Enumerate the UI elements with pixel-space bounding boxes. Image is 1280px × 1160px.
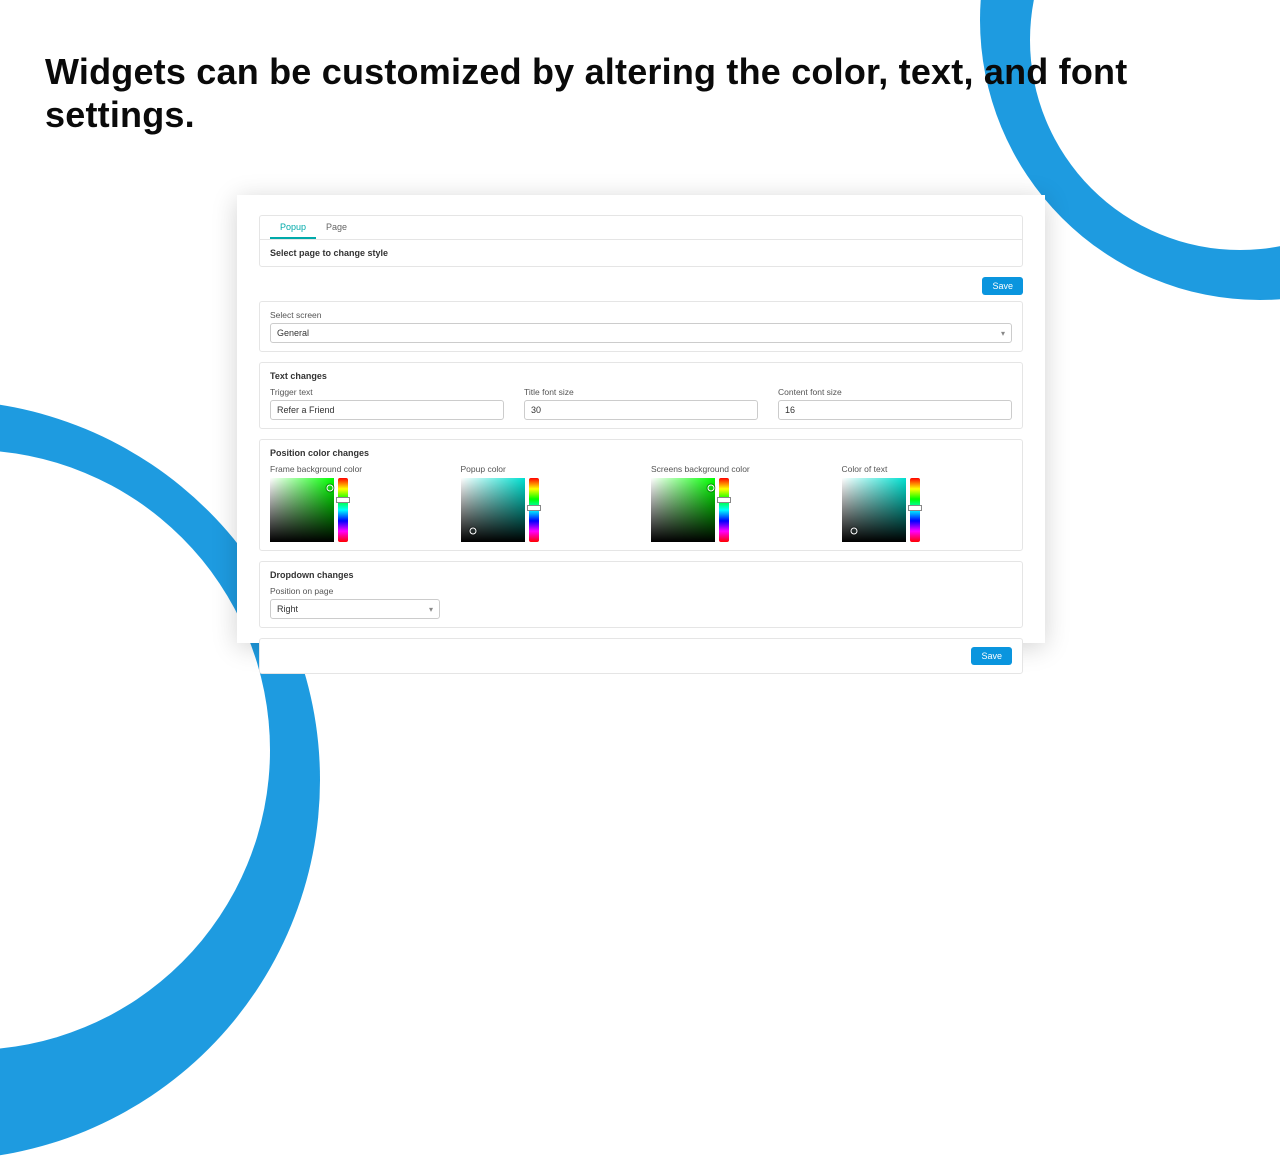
content-font-size-input[interactable] [778,400,1012,420]
title-font-size-label: Title font size [524,387,758,397]
save-button-bottom[interactable]: Save [971,647,1012,665]
bottom-bar-card: Save [259,638,1023,674]
tab-page[interactable]: Page [316,216,357,239]
popup-color-picker[interactable] [461,478,632,542]
trigger-text-input[interactable] [270,400,504,420]
tabs-card: Popup Page Select page to change style [259,215,1023,267]
hue-slider[interactable] [338,478,348,542]
select-screen-dropdown[interactable]: General ▾ [270,323,1012,343]
screens-bg-picker[interactable] [651,478,822,542]
select-screen-card: Select screen General ▾ [259,301,1023,352]
select-page-label: Select page to change style [260,240,1022,266]
select-screen-label: Select screen [270,310,1012,320]
color-of-text-label: Color of text [842,464,1013,474]
chevron-down-icon: ▾ [429,605,433,614]
text-color-picker[interactable] [842,478,1013,542]
tab-popup[interactable]: Popup [270,216,316,239]
position-on-page-label: Position on page [270,586,1012,596]
settings-window: Popup Page Select page to change style S… [237,195,1045,643]
page-headline: Widgets can be customized by altering th… [45,50,1220,136]
dropdown-changes-heading: Dropdown changes [270,570,1012,586]
screens-bg-label: Screens background color [651,464,822,474]
content-font-size-label: Content font size [778,387,1012,397]
chevron-down-icon: ▾ [1001,329,1005,338]
frame-bg-picker[interactable] [270,478,441,542]
position-value: Right [277,604,298,614]
position-color-heading: Position color changes [270,448,1012,464]
text-changes-card: Text changes Trigger text Title font siz… [259,362,1023,429]
hue-slider[interactable] [529,478,539,542]
frame-bg-label: Frame background color [270,464,441,474]
hue-slider[interactable] [719,478,729,542]
popup-color-label: Popup color [461,464,632,474]
position-on-page-dropdown[interactable]: Right ▾ [270,599,440,619]
save-button-top[interactable]: Save [982,277,1023,295]
title-font-size-input[interactable] [524,400,758,420]
text-changes-heading: Text changes [270,371,1012,387]
trigger-text-label: Trigger text [270,387,504,397]
dropdown-changes-card: Dropdown changes Position on page Right … [259,561,1023,628]
hue-slider[interactable] [910,478,920,542]
select-screen-value: General [277,328,309,338]
tabs: Popup Page [260,216,1022,240]
color-changes-card: Position color changes Frame background … [259,439,1023,551]
